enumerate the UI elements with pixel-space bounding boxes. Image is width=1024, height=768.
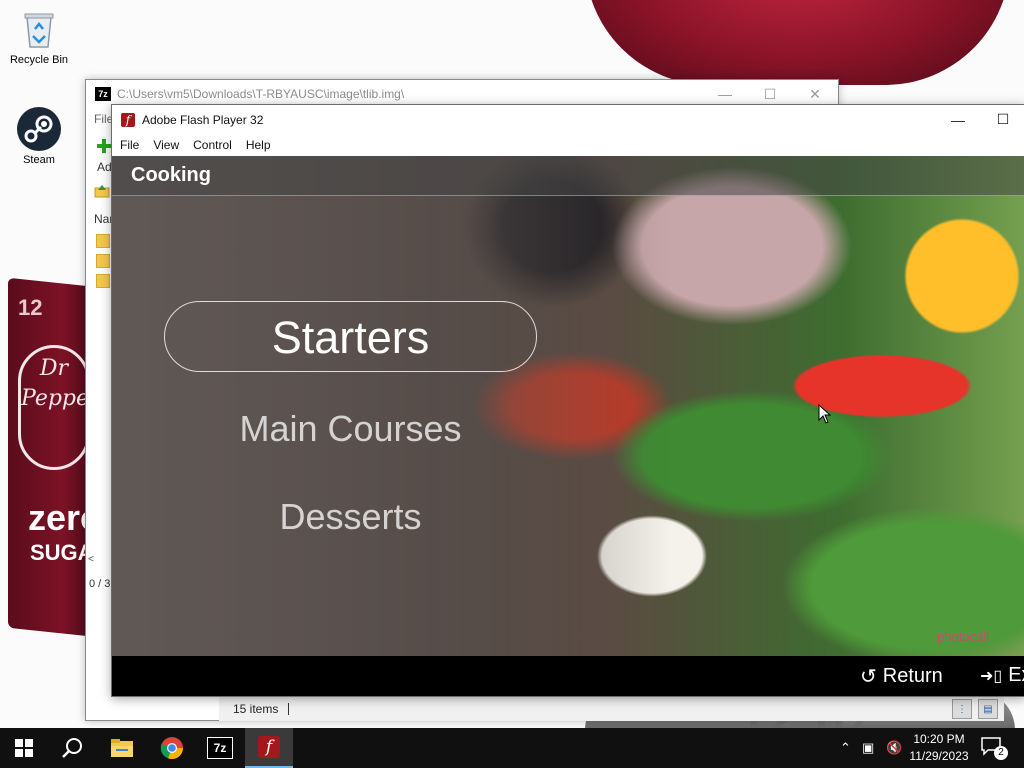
exit-door-icon: ➜▯ [980,667,1003,685]
image-watermark: photocall [937,629,990,644]
can-logo: Dr Pepper [18,345,100,470]
folder-icon[interactable] [96,254,110,268]
list-view-icon[interactable]: ▤ [978,699,998,719]
menu-item-desserts[interactable]: Desserts [164,496,537,538]
clock-time: 10:20 PM [913,732,965,746]
bottle-image-top [585,0,1010,85]
flash-footer-bar: ↺ Return ➜▯ Ex [112,656,1024,696]
add-icon[interactable] [96,138,112,154]
minimize-icon[interactable]: — [935,105,981,134]
tray-overflow-chevron-icon[interactable]: ⌃ [840,740,851,756]
taskbar: 7z f ⌃ ▣ 🔇 10:20 PM 11/29/2023 2 [0,728,1024,768]
taskbar-file-explorer[interactable] [98,728,146,768]
taskbar-7zip[interactable]: 7z [196,728,244,768]
7zip-status-bar: 15 items ⋮ ▤ [219,696,1004,721]
mouse-cursor-icon [818,404,832,424]
flash-player-window[interactable]: f Adobe Flash Player 32 — ☐ File View Co… [111,104,1024,697]
details-view-icon[interactable]: ⋮ [952,699,972,719]
menu-control[interactable]: Control [193,138,232,152]
folder-icon[interactable] [96,274,110,288]
taskbar-chrome[interactable] [148,728,196,768]
7zip-app-icon: 7z [95,87,111,101]
status-divider [288,703,290,715]
flash-app-icon: f [121,112,135,127]
exit-label: Ex [1008,664,1024,686]
flash-menubar: File View Control Help [112,134,1024,156]
page-title: Cooking [131,164,211,186]
folder-icon[interactable] [96,234,110,248]
search-icon [62,738,82,758]
recycle-bin-icon [16,6,62,52]
stage-header: Cooking [112,156,1024,196]
menu-help[interactable]: Help [246,138,271,152]
clock-date: 11/29/2023 [909,749,969,763]
menu-view[interactable]: View [153,138,179,152]
action-center-button[interactable]: 2 [980,736,1008,760]
return-icon: ↺ [860,666,877,688]
flash-window-title: Adobe Flash Player 32 [142,112,264,127]
steam-icon [16,106,62,152]
flash-player-icon: f [258,736,280,758]
taskbar-flash-player[interactable]: f [245,728,293,768]
7zip-item-count: 15 items [233,702,279,716]
desktop-icon-label: Recycle Bin [9,54,69,66]
7zip-selection-count: 0 / 3 [89,578,111,590]
desktop-icon-recycle-bin[interactable]: Recycle Bin [3,6,75,66]
start-icon [15,739,33,757]
exit-button[interactable]: ➜▯ Ex [980,664,1024,687]
return-button[interactable]: ↺ Return [860,664,943,689]
return-label: Return [882,665,943,687]
desktop-icon-label: Steam [23,154,55,166]
flash-stage[interactable]: Cooking Starters Main Courses Desserts p… [112,156,1024,656]
can-top-text: 12 [18,295,43,320]
chrome-icon [160,737,184,760]
maximize-icon[interactable]: ☐ [980,105,1024,134]
taskbar-clock[interactable]: 10:20 PM 11/29/2023 [905,731,973,765]
horizontal-scrollbar-left-arrow[interactable]: < [88,554,94,565]
desktop-icon-steam[interactable]: Steam [3,106,75,166]
7zip-icon: 7z [207,737,233,759]
notification-badge: 2 [994,746,1008,760]
menu-file[interactable]: File [120,138,139,152]
background-blur-overlay [112,156,672,656]
file-explorer-icon [111,739,133,757]
folder-up-icon[interactable] [94,184,110,198]
network-icon[interactable]: ▣ [862,740,874,756]
7zip-add-button-label[interactable]: Ad [97,160,112,174]
menu-item-main-courses[interactable]: Main Courses [164,408,537,450]
search-button[interactable] [48,728,96,768]
7zip-window-title: C:\Users\vm5\Downloads\T-RBYAUSC\image\t… [117,87,405,101]
volume-muted-icon[interactable]: 🔇 [886,740,902,756]
menu-item-starters[interactable]: Starters [164,301,537,372]
flash-titlebar[interactable]: f Adobe Flash Player 32 — ☐ [112,105,1024,134]
start-button[interactable] [0,728,48,768]
